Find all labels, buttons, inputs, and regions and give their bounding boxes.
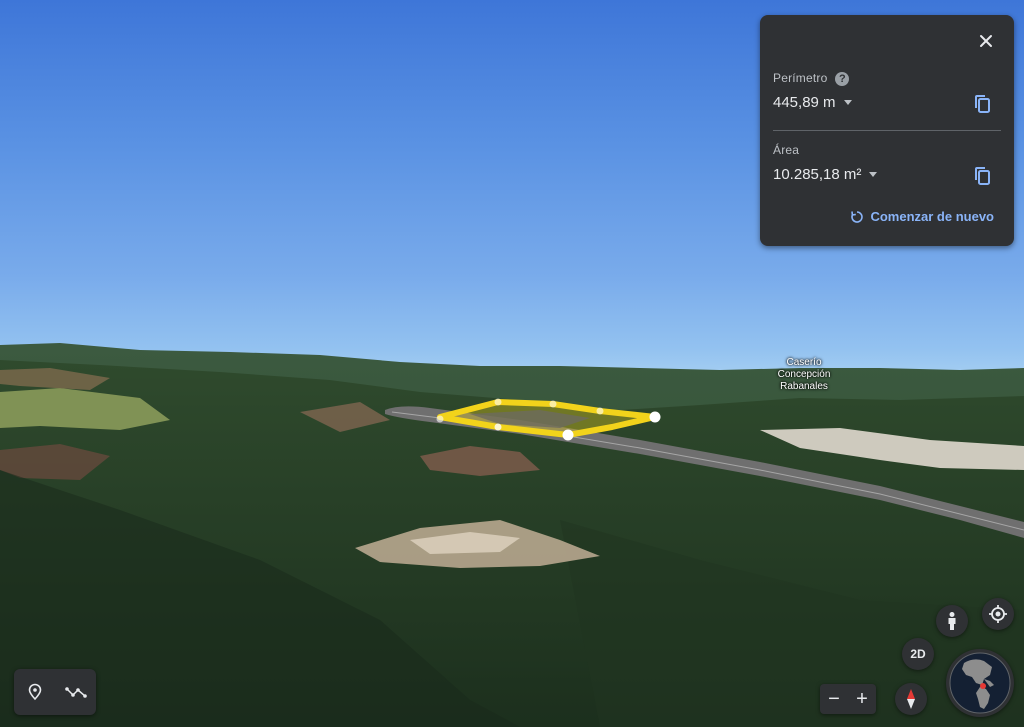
chevron-down-icon xyxy=(843,100,852,105)
perimeter-label: Perímetro? xyxy=(773,71,850,86)
close-icon[interactable] xyxy=(976,31,996,51)
zoom-out-button[interactable]: − xyxy=(822,687,846,711)
place-label-line: Concepción xyxy=(777,369,831,380)
view-2d-toggle[interactable]: 2D xyxy=(902,638,934,670)
restart-label: Comenzar de nuevo xyxy=(870,209,994,224)
pin-icon xyxy=(28,683,41,701)
copy-icon xyxy=(975,167,990,185)
measurement-panel: Perímetro? 445,89 m Área 10.285,18 m² Co… xyxy=(760,15,1014,246)
zoom-in-button[interactable]: + xyxy=(850,687,874,711)
place-label-line: Rabanales xyxy=(780,381,828,392)
pegman-icon xyxy=(948,612,956,630)
my-location-button[interactable] xyxy=(982,598,1014,630)
street-view-button[interactable] xyxy=(936,605,968,637)
area-unit-dropdown[interactable]: 10.285,18 m² xyxy=(773,166,878,183)
copy-perimeter-button[interactable] xyxy=(972,93,994,115)
compass-icon xyxy=(907,689,915,709)
my-location-icon xyxy=(989,605,1007,623)
draw-path-button[interactable] xyxy=(64,680,88,704)
area-label: Área xyxy=(773,143,800,157)
copy-icon xyxy=(975,95,990,113)
place-label-caserio[interactable]: Caserío Concepción Rabanales xyxy=(765,357,843,393)
add-placemark-button[interactable] xyxy=(23,680,47,704)
path-icon xyxy=(64,687,87,698)
place-label-line: Caserío xyxy=(786,357,822,368)
help-icon[interactable]: ? xyxy=(835,71,850,86)
zoom-controls: − + xyxy=(820,684,876,714)
restart-icon xyxy=(851,210,864,223)
chevron-down-icon xyxy=(869,172,878,177)
drawing-toolbox xyxy=(14,669,96,715)
divider xyxy=(773,130,1001,131)
area-value: 10.285,18 m² xyxy=(773,166,862,183)
copy-area-button[interactable] xyxy=(972,165,994,187)
compass-button[interactable] xyxy=(895,683,927,715)
restart-button[interactable]: Comenzar de nuevo xyxy=(850,209,994,224)
perimeter-value: 445,89 m xyxy=(773,94,836,111)
perimeter-unit-dropdown[interactable]: 445,89 m xyxy=(773,94,852,111)
earth-3d-viewport[interactable]: Caserío Concepción Rabanales Perímetro? … xyxy=(0,0,1024,727)
globe-icon[interactable] xyxy=(946,649,1014,717)
